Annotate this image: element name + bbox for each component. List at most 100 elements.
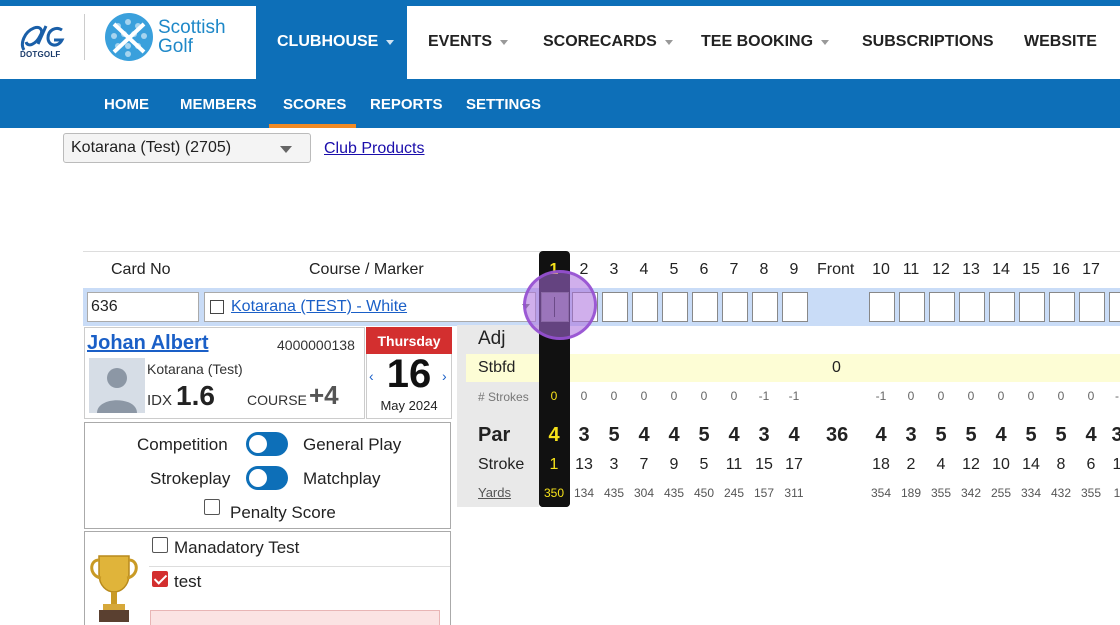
strokeplay-label[interactable]: Strokeplay — [150, 469, 230, 489]
yards-label[interactable]: Yards — [478, 485, 511, 500]
nav-events[interactable]: EVENTS — [428, 33, 509, 51]
strokes-cell: 0 — [1027, 389, 1035, 403]
nav-scorecards[interactable]: SCORECARDS — [543, 33, 673, 51]
stroke-index-cell: 14 — [1022, 456, 1040, 473]
hole-score-input[interactable] — [1109, 292, 1120, 322]
scottish-golf-logo-text: Scottish Golf — [158, 17, 226, 57]
trophy-warning-row — [150, 610, 440, 625]
penalty-score-checkbox[interactable] — [204, 499, 220, 515]
stroke-index-cell: 1 — [1112, 456, 1120, 473]
yards-cell: 311 — [784, 486, 804, 500]
person-icon — [89, 358, 145, 413]
par-cell: 4 — [875, 424, 887, 446]
player-name-link[interactable]: Johan Albert — [87, 332, 209, 355]
stroke-index-cell: 9 — [669, 456, 679, 473]
hole-score-input[interactable] — [1079, 292, 1105, 322]
hole-score-input[interactable] — [1049, 292, 1075, 322]
date-prev-icon[interactable]: ‹ — [369, 368, 374, 384]
subnav-home[interactable]: HOME — [104, 96, 149, 113]
subnav-settings[interactable]: SETTINGS — [466, 96, 541, 113]
player-member-id: 4000000138 — [277, 337, 355, 353]
par-cell: 4 — [548, 424, 560, 446]
stroke-index-cell: 3 — [609, 456, 619, 473]
dotgolf-logo-text: DOTGOLF — [20, 50, 61, 59]
strokeplay-matchplay-toggle[interactable] — [246, 466, 288, 490]
par-cell: 3 — [905, 424, 917, 446]
competition-general-toggle[interactable] — [246, 432, 288, 456]
hole-score-input[interactable] — [632, 292, 658, 322]
trophy-checkbox[interactable] — [152, 537, 168, 553]
trophy-label[interactable]: test — [174, 572, 201, 592]
hole-score-input[interactable] — [1019, 292, 1045, 322]
stroke-index-cell: 10 — [992, 456, 1010, 473]
general-play-label[interactable]: General Play — [303, 435, 401, 455]
strokes-cell: -1 — [788, 389, 800, 403]
trophy-icon — [90, 555, 138, 622]
nav-subscriptions[interactable]: SUBSCRIPTIONS — [862, 33, 994, 51]
stroke-index-cell: 2 — [906, 456, 916, 473]
course-link[interactable]: Kotarana (TEST) - White — [231, 298, 407, 316]
course-marker-header: Course / Marker — [309, 261, 424, 278]
club-select[interactable]: Kotarana (Test) (2705) — [63, 133, 311, 163]
hole-header: 11 — [902, 261, 920, 278]
hole-score-input[interactable] — [899, 292, 925, 322]
competition-label[interactable]: Competition — [137, 435, 228, 455]
nav-clubhouse[interactable]: CLUBHOUSE — [277, 33, 395, 51]
hole-header: 3 — [609, 261, 619, 278]
par-cell: 4 — [668, 424, 680, 446]
yards-cell: 334 — [1020, 486, 1042, 500]
hole-score-input[interactable] — [929, 292, 955, 322]
hole-score-input[interactable] — [662, 292, 688, 322]
front-header: Front — [817, 261, 855, 278]
hole-score-input[interactable] — [602, 292, 628, 322]
hole-score-input[interactable] — [959, 292, 985, 322]
par-cell: 4 — [728, 424, 740, 446]
par-cell: 5 — [698, 424, 710, 446]
strokes-cell: 0 — [967, 389, 975, 403]
idx-value: 1.6 — [176, 380, 215, 411]
card-no-input[interactable]: 636 — [87, 292, 199, 322]
hole-score-input[interactable] — [989, 292, 1015, 322]
strokes-cell: 0 — [907, 389, 915, 403]
trophy-checkbox[interactable] — [152, 571, 168, 587]
stroke-index-cell: 1 — [549, 456, 559, 473]
subnav-members[interactable]: MEMBERS — [180, 96, 257, 113]
yards-cell: 432 — [1050, 486, 1072, 500]
chevron-down-icon — [821, 39, 830, 45]
app-root: DOTGOLF Scottish Golf CLUBHOUSE EVENTS S… — [0, 0, 1120, 625]
trophy-label[interactable]: Manadatory Test — [174, 538, 299, 558]
hole-score-input[interactable] — [692, 292, 718, 322]
hole-header: 13 — [962, 261, 980, 278]
strokes-cell: 0 — [700, 389, 708, 403]
strokes-cell: 0 — [937, 389, 945, 403]
yards-cell: 435 — [663, 486, 685, 500]
hole-score-input[interactable] — [869, 292, 895, 322]
hole-header: 12 — [932, 261, 950, 278]
par-cell: 4 — [788, 424, 800, 446]
hole-score-input[interactable] — [752, 292, 778, 322]
hole-score-input[interactable] — [782, 292, 808, 322]
strokes-cell: -1 — [875, 389, 887, 403]
strokes-cell: 0 — [580, 389, 588, 403]
chevron-down-icon — [386, 39, 395, 45]
nav-website[interactable]: WEBSITE — [1024, 33, 1097, 51]
toggle-knob — [249, 469, 267, 487]
subnav-reports[interactable]: REPORTS — [370, 96, 443, 113]
penalty-score-label[interactable]: Penalty Score — [230, 503, 336, 523]
subnav-scores[interactable]: SCORES — [283, 96, 346, 113]
date-next-icon[interactable]: › — [442, 368, 447, 384]
chevron-down-icon — [280, 146, 292, 153]
hole-header: 9 — [789, 261, 799, 278]
scottish-golf-ball-icon[interactable] — [104, 12, 154, 62]
club-products-link[interactable]: Club Products — [324, 140, 425, 158]
hole-header: 4 — [639, 261, 649, 278]
strokes-cell: - — [1115, 389, 1119, 403]
nav-tee-booking[interactable]: TEE BOOKING — [701, 33, 830, 51]
course-checkbox[interactable] — [210, 300, 224, 314]
matchplay-label[interactable]: Matchplay — [303, 469, 380, 489]
yards-cell: 342 — [960, 486, 982, 500]
hole-score-input[interactable] — [722, 292, 748, 322]
stroke-index-cell: 4 — [936, 456, 946, 473]
stroke-index-label[interactable]: Stroke — [478, 456, 524, 474]
course-handicap-label: COURSE — [247, 392, 307, 408]
